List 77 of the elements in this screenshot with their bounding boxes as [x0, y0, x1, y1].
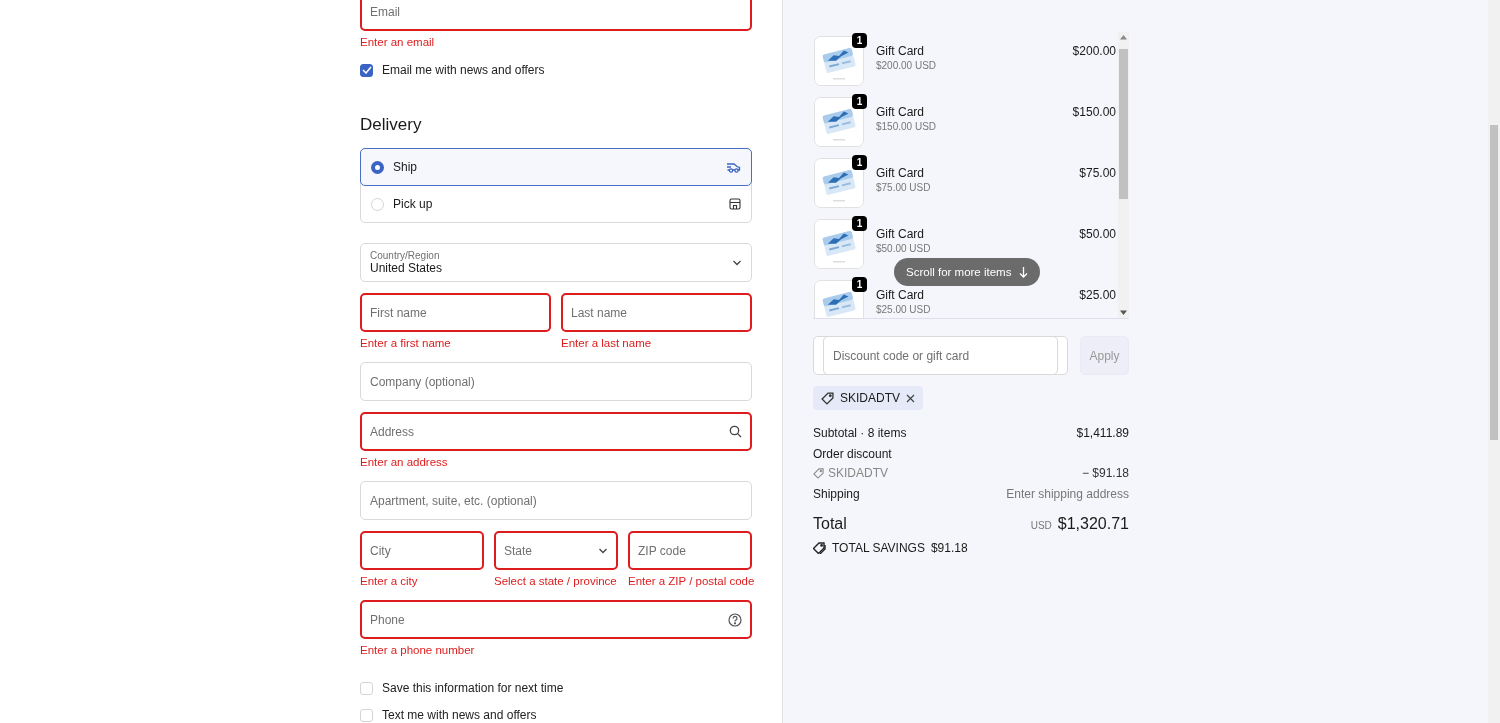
item-price: $50.00	[1079, 226, 1117, 241]
item-price-detail: $25.00 USD	[876, 304, 932, 315]
discount-tag[interactable]: SKIDADTV	[813, 386, 923, 410]
savings-label: TOTAL SAVINGS	[832, 541, 925, 555]
item-price: $75.00	[1079, 165, 1117, 180]
error-message: Enter a phone number	[360, 644, 476, 658]
summary-label: Shipping	[813, 487, 860, 501]
quantity-badge: 1	[852, 33, 867, 48]
item-name: Gift Card	[876, 166, 925, 180]
input-field[interactable]: ZIP code	[628, 531, 752, 570]
page-scrollbar-thumb[interactable]	[1490, 125, 1498, 440]
input-field[interactable]: Email	[360, 0, 752, 31]
quantity-badge: 1	[852, 155, 867, 170]
total-amount: $1,320.71	[1057, 515, 1129, 532]
item-price-detail: $200.00 USD	[876, 60, 938, 71]
delivery-option[interactable]: Pick up	[360, 185, 752, 223]
error-message: Enter a ZIP / postal code	[628, 575, 752, 589]
item-price-detail: $75.00 USD	[876, 182, 932, 193]
currency-code: USD	[1030, 520, 1052, 531]
select-field[interactable]: State	[494, 531, 618, 570]
scrollbar[interactable]	[1118, 32, 1129, 318]
checkbox-label: Save this information for next time	[382, 681, 564, 695]
error-message: Select a state / province	[494, 575, 618, 589]
total-label: Total	[813, 515, 847, 533]
checkbox[interactable]	[360, 63, 373, 77]
savings-amount: $91.18	[930, 541, 968, 555]
radio-button[interactable]	[371, 160, 384, 174]
scroll-up-icon[interactable]	[1120, 35, 1127, 40]
field-value: United States	[370, 261, 444, 275]
input-field[interactable]: City	[360, 531, 484, 570]
section-heading: Delivery	[360, 115, 423, 135]
quantity-badge: 1	[852, 216, 867, 231]
help-icon[interactable]	[728, 613, 742, 627]
chevron-down-icon	[598, 547, 608, 554]
item-name: Gift Card	[876, 288, 925, 302]
field-placeholder: State	[504, 543, 534, 558]
arrow-down-icon	[1019, 266, 1029, 278]
item-price-detail: $50.00 USD	[876, 243, 932, 254]
tag-icon	[821, 391, 834, 405]
summary-label: Order discount	[813, 447, 892, 461]
scroll-hint[interactable]: Scroll for more items	[894, 258, 1041, 286]
input-field[interactable]: Last name	[561, 293, 752, 332]
store-icon	[729, 198, 741, 210]
summary-value: Enter shipping address	[1006, 487, 1129, 501]
discount-code: SKIDADTV	[828, 466, 888, 480]
input-field[interactable]: Address	[360, 412, 752, 451]
truck-icon	[726, 161, 741, 173]
scroll-down-icon[interactable]	[1120, 310, 1127, 315]
summary-value: $1,411.89	[1076, 426, 1129, 440]
field-label: Country/Region	[370, 250, 441, 261]
checkbox-label: Text me with news and offers	[382, 708, 537, 722]
error-message: Enter a first name	[360, 337, 452, 351]
error-message: Enter a last name	[561, 337, 653, 351]
item-price: $150.00	[1072, 104, 1117, 119]
input-field[interactable]: First name	[360, 293, 551, 332]
tags-icon	[813, 542, 826, 554]
tag-icon	[813, 467, 824, 479]
checkbox-label: Email me with news and offers	[382, 63, 545, 77]
select-field[interactable]: Country/Region United States	[360, 243, 752, 282]
quantity-badge: 1	[852, 94, 867, 109]
item-price: $200.00	[1072, 43, 1117, 58]
error-message: Enter an email	[360, 36, 436, 50]
delivery-option[interactable]: Ship	[360, 148, 752, 186]
item-name: Gift Card	[876, 105, 925, 119]
item-name: Gift Card	[876, 44, 925, 58]
error-message: Enter a city	[360, 575, 419, 589]
search-icon	[729, 425, 742, 438]
item-price: $25.00	[1079, 287, 1117, 302]
summary-label: Subtotal · 8 items	[813, 426, 907, 440]
chevron-down-icon	[732, 259, 742, 266]
item-name: Gift Card	[876, 227, 925, 241]
item-price-detail: $150.00 USD	[876, 121, 938, 132]
discount-amount: − $91.18	[1081, 466, 1129, 480]
close-icon[interactable]	[906, 393, 915, 403]
input-field[interactable]: Phone	[360, 600, 752, 639]
error-message: Enter an address	[360, 456, 449, 470]
quantity-badge: 1	[852, 277, 867, 292]
